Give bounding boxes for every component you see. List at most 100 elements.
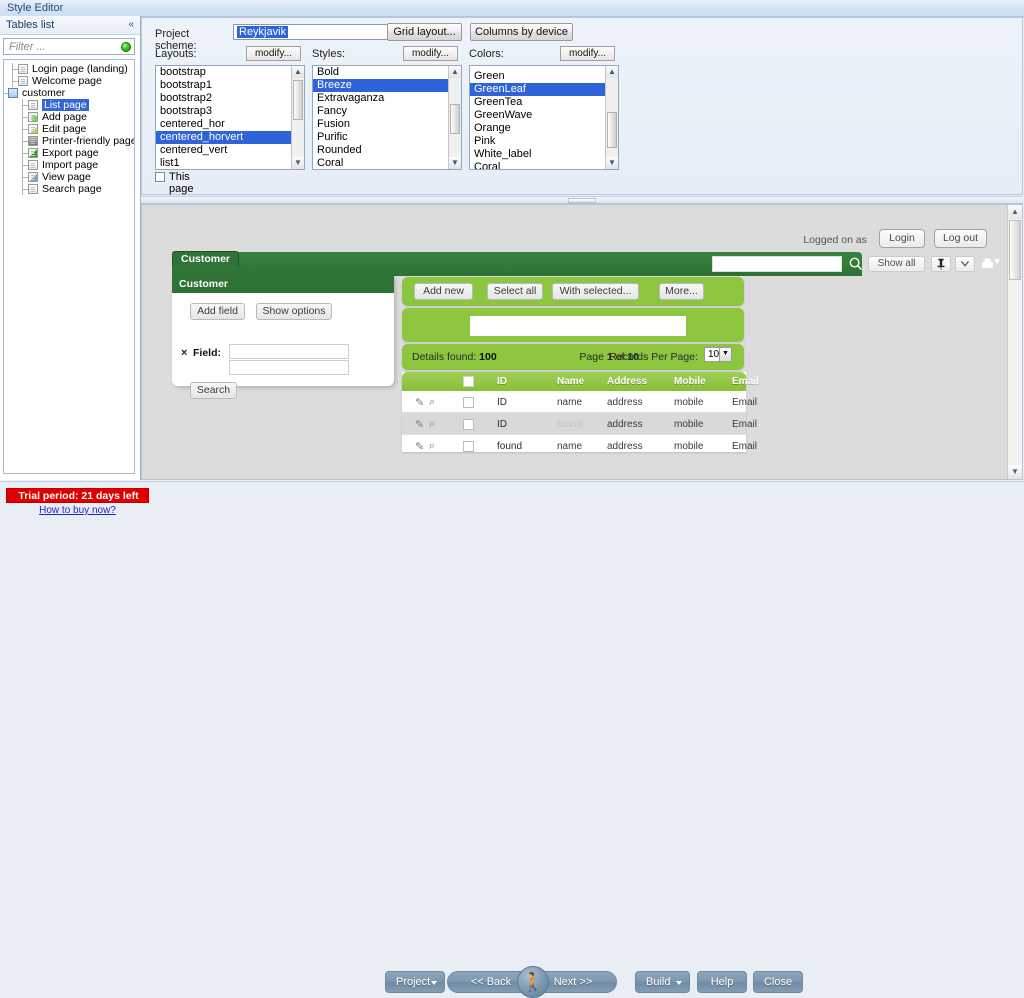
add-new-button[interactable]: Add new <box>414 283 473 300</box>
chevron-down-icon[interactable]: ▼ <box>719 348 731 361</box>
list-item[interactable]: bootstrap2 <box>156 92 292 105</box>
field-input-1[interactable] <box>229 344 349 359</box>
scroll-down-icon[interactable]: ▼ <box>449 157 461 169</box>
column-header-id[interactable]: ID <box>497 376 507 387</box>
tree-item-printer-friendly-page[interactable]: Printer-friendly page <box>4 135 134 147</box>
field-input-2[interactable] <box>229 360 349 375</box>
help-button[interactable]: Help <box>697 971 747 993</box>
select-all-checkbox[interactable] <box>463 376 474 387</box>
preview-vertical-scrollbar[interactable]: ▲ ▼ <box>1007 205 1022 479</box>
list-item[interactable]: list1 <box>156 157 292 169</box>
list-item[interactable]: White_label <box>470 148 606 161</box>
horizontal-splitter[interactable] <box>141 196 1023 204</box>
edit-link-icon[interactable]: ✎ <box>415 440 424 453</box>
bookmark-icon[interactable] <box>955 256 975 272</box>
with-selected-button[interactable]: With selected... <box>552 283 639 300</box>
tree-expander-icon[interactable]: - <box>3 89 4 97</box>
tab-customer[interactable]: Customer <box>172 251 240 267</box>
scroll-thumb[interactable] <box>293 80 303 120</box>
scroll-down-icon[interactable]: ▼ <box>1008 465 1022 479</box>
styles-listbox[interactable]: Bold Breeze Extravaganza Fancy Fusion Purific… <box>312 65 462 170</box>
more-button[interactable]: More... <box>659 283 704 300</box>
project-button[interactable]: Project <box>385 971 445 993</box>
custom-settings-checkbox[interactable] <box>155 172 165 182</box>
row-checkbox[interactable] <box>463 441 474 452</box>
scroll-down-icon[interactable]: ▼ <box>606 157 618 169</box>
select-all-button[interactable]: Select all <box>487 283 543 300</box>
list-item[interactable]: Extravaganza <box>313 92 449 105</box>
tree-item-welcome-page[interactable]: Welcome page <box>4 75 134 87</box>
view-magnifier-icon[interactable]: ⌕ <box>429 418 435 431</box>
scroll-up-icon[interactable]: ▲ <box>449 66 461 78</box>
list-item[interactable]: GreenWave <box>470 109 606 122</box>
list-item[interactable]: GreenTea <box>470 96 606 109</box>
list-item[interactable]: bootstrap1 <box>156 79 292 92</box>
list-item[interactable]: centered_horvert <box>156 131 292 144</box>
tree-item-customer[interactable]: - customer <box>4 87 134 99</box>
tree-item-add-page[interactable]: Add page <box>4 111 134 123</box>
scroll-down-icon[interactable]: ▼ <box>292 157 304 169</box>
list-item[interactable]: Coral <box>313 157 449 169</box>
bar-search-input[interactable] <box>470 316 686 336</box>
table-row[interactable]: ✎ ⌕ ID found address mobile Email <box>402 413 757 435</box>
tree-item-login-page-landing[interactable]: Login page (landing) <box>4 63 134 75</box>
list-item[interactable]: Breeze <box>313 79 449 92</box>
records-per-page-select[interactable]: 10 ▼ <box>704 347 732 362</box>
panel-search-button[interactable]: Search <box>190 382 237 399</box>
show-all-button[interactable]: Show all <box>868 256 925 272</box>
tree-item-search-page[interactable]: Search page <box>4 183 134 195</box>
tree-item-view-page[interactable]: View page <box>4 171 134 183</box>
layouts-modify-button[interactable]: modify... <box>246 46 301 61</box>
tree-item-import-page[interactable]: Import page <box>4 159 134 171</box>
row-checkbox[interactable] <box>463 419 474 430</box>
styles-scrollbar[interactable]: ▲ ▼ <box>448 66 461 169</box>
scroll-thumb[interactable] <box>450 104 460 134</box>
column-header-name[interactable]: Name <box>557 376 584 387</box>
collapse-left-icon[interactable]: « <box>128 19 134 30</box>
colors-scrollbar[interactable]: ▲ ▼ <box>605 66 618 169</box>
scroll-up-icon[interactable]: ▲ <box>1008 205 1022 219</box>
list-item[interactable]: bootstrap3 <box>156 105 292 118</box>
list-item[interactable]: centered_hor <box>156 118 292 131</box>
colors-listbox[interactable]: Green GreenLeaf GreenTea GreenWave Orange Pin… <box>469 65 619 170</box>
table-row[interactable]: ✎ ⌕ found name address mobile Email <box>402 435 757 457</box>
list-item[interactable]: Pink <box>470 135 606 148</box>
login-button[interactable]: Login <box>879 229 925 248</box>
splitter-grip[interactable] <box>568 198 596 203</box>
close-button[interactable]: Close <box>753 971 803 993</box>
edit-link-icon[interactable]: ✎ <box>415 396 424 409</box>
styles-modify-button[interactable]: modify... <box>403 46 458 61</box>
list-item[interactable]: Bold <box>313 66 449 79</box>
print-dropdown-icon[interactable] <box>979 256 1001 272</box>
list-item[interactable]: Purific <box>313 131 449 144</box>
grid-layout-button[interactable]: Grid layout... <box>387 23 462 41</box>
list-item[interactable]: GreenLeaf <box>470 83 606 96</box>
layouts-listbox[interactable]: bootstrap bootstrap1 bootstrap2 bootstrap3 c… <box>155 65 305 170</box>
pin-icon[interactable] <box>931 256 951 272</box>
list-item[interactable]: Rounded <box>313 144 449 157</box>
tree-item-edit-page[interactable]: Edit page <box>4 123 134 135</box>
tree-item-export-page[interactable]: Export page <box>4 147 134 159</box>
colors-modify-button[interactable]: modify... <box>560 46 615 61</box>
column-header-mobile[interactable]: Mobile <box>674 376 706 387</box>
list-item[interactable]: bootstrap <box>156 66 292 79</box>
list-item[interactable]: Fancy <box>313 105 449 118</box>
pages-tree[interactable]: Login page (landing)Welcome page - custome… <box>3 59 135 474</box>
add-field-button[interactable]: Add field <box>190 303 245 320</box>
list-item[interactable]: Coral <box>470 161 606 169</box>
list-item[interactable]: centered_vert <box>156 144 292 157</box>
scroll-up-icon[interactable]: ▲ <box>606 66 618 78</box>
row-checkbox[interactable] <box>463 397 474 408</box>
list-item[interactable]: Orange <box>470 122 606 135</box>
buy-now-link[interactable]: How to buy now? <box>6 505 149 516</box>
scroll-thumb[interactable] <box>607 112 617 148</box>
build-button[interactable]: Build <box>635 971 690 993</box>
list-item[interactable]: Fusion <box>313 118 449 131</box>
filter-input[interactable]: Filter ... <box>3 38 135 55</box>
remove-x-icon[interactable]: × <box>181 347 187 359</box>
list-item[interactable]: Green <box>470 70 606 83</box>
column-header-email[interactable]: Email <box>732 376 759 387</box>
tree-item-list-page[interactable]: List page <box>4 99 134 111</box>
view-magnifier-icon[interactable]: ⌕ <box>429 440 435 453</box>
layouts-scrollbar[interactable]: ▲ ▼ <box>291 66 304 169</box>
